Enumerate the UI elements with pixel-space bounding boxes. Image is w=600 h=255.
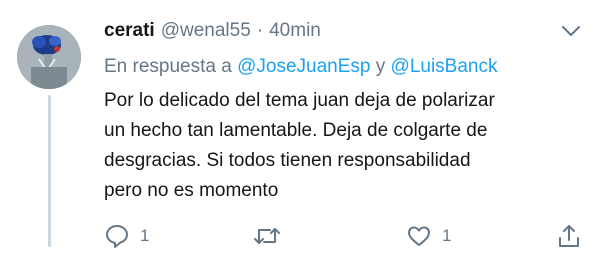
reply-button[interactable]: 1 [104, 222, 149, 250]
like-button[interactable]: 1 [406, 222, 451, 250]
reply-join: y [375, 56, 386, 77]
avatar[interactable] [17, 25, 81, 89]
timestamp[interactable]: 40min [269, 18, 321, 44]
retweet-button[interactable] [252, 222, 282, 250]
like-count: 1 [442, 226, 452, 245]
thread-line [48, 95, 51, 247]
heart-icon [408, 226, 430, 246]
share-button[interactable] [556, 222, 582, 250]
mention-link[interactable]: @LuisBanck [391, 56, 498, 77]
tweet-content: cerati @wenal55 · 40min En respuesta a @… [104, 18, 582, 206]
reply-prefix: En respuesta a [104, 56, 232, 77]
tweet-text: Por lo delicado del tema juan deja de po… [104, 86, 582, 206]
tweet-text-line: desgracias. Si todos tienen responsabili… [104, 150, 471, 171]
retweet-icon [254, 228, 280, 244]
reply-context: En respuesta a @JoseJuanEsp y @LuisBanck [104, 54, 582, 80]
tweet-actions: 1 1 [104, 222, 586, 250]
tweet-text-line: Por lo delicado del tema juan deja de po… [104, 90, 495, 111]
reply-icon [106, 225, 128, 248]
display-name[interactable]: cerati [104, 18, 155, 44]
share-icon [559, 225, 579, 247]
separator-dot: · [256, 20, 264, 41]
chevron-down-icon[interactable] [560, 20, 582, 42]
mention-link[interactable]: @JoseJuanEsp [237, 56, 370, 77]
user-handle[interactable]: @wenal55 [161, 18, 251, 44]
tweet-text-line: pero no es momento [104, 180, 279, 201]
reply-count: 1 [140, 226, 150, 245]
tweet-header: cerati @wenal55 · 40min [104, 18, 582, 44]
avatar-image [17, 25, 81, 89]
tweet-text-line: un hecho tan lamentable. Deja de colgart… [104, 120, 488, 141]
